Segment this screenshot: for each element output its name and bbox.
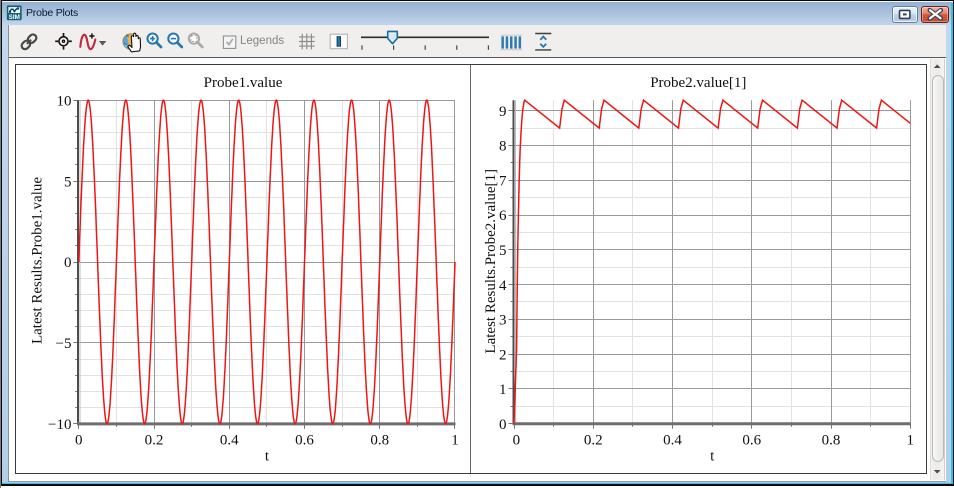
svg-text:8: 8 [499, 139, 507, 155]
svg-text:5: 5 [64, 174, 72, 190]
svg-text:−10: −10 [48, 417, 71, 433]
svg-text:0.8: 0.8 [370, 433, 389, 449]
svg-text:7: 7 [499, 173, 507, 189]
svg-text:4: 4 [499, 278, 507, 294]
svg-text:0.6: 0.6 [742, 433, 761, 449]
svg-text:9: 9 [499, 104, 507, 120]
svg-text:3: 3 [499, 313, 507, 329]
svg-text:−5: −5 [56, 336, 72, 352]
svg-text:0.4: 0.4 [220, 433, 239, 449]
svg-text:Probe2.value[1]: Probe2.value[1] [650, 75, 746, 91]
svg-text:0: 0 [499, 417, 507, 433]
svg-text:SIM: SIM [9, 14, 20, 21]
svg-text:t: t [710, 449, 715, 465]
svg-text:5: 5 [499, 243, 507, 259]
svg-text:t: t [265, 449, 270, 465]
svg-text:1: 1 [499, 382, 507, 398]
svg-text:10: 10 [57, 93, 72, 109]
svg-text:Probe1.value: Probe1.value [204, 75, 283, 91]
svg-text:Latest Results.Probe2.value[1]: Latest Results.Probe2.value[1] [483, 169, 499, 354]
svg-text:0: 0 [64, 255, 72, 271]
svg-text:2: 2 [499, 347, 507, 363]
svg-text:0.6: 0.6 [295, 433, 314, 449]
svg-text:1: 1 [451, 433, 459, 449]
svg-text:0.8: 0.8 [822, 433, 841, 449]
svg-text:0.2: 0.2 [584, 433, 603, 449]
svg-text:6: 6 [499, 208, 507, 224]
svg-text:1: 1 [907, 433, 915, 449]
svg-text:0: 0 [75, 433, 83, 449]
svg-text:0: 0 [513, 433, 521, 449]
svg-text:Latest Results.Probe1.value: Latest Results.Probe1.value [29, 177, 45, 344]
svg-text:0.4: 0.4 [663, 433, 682, 449]
svg-text:0.2: 0.2 [145, 433, 164, 449]
